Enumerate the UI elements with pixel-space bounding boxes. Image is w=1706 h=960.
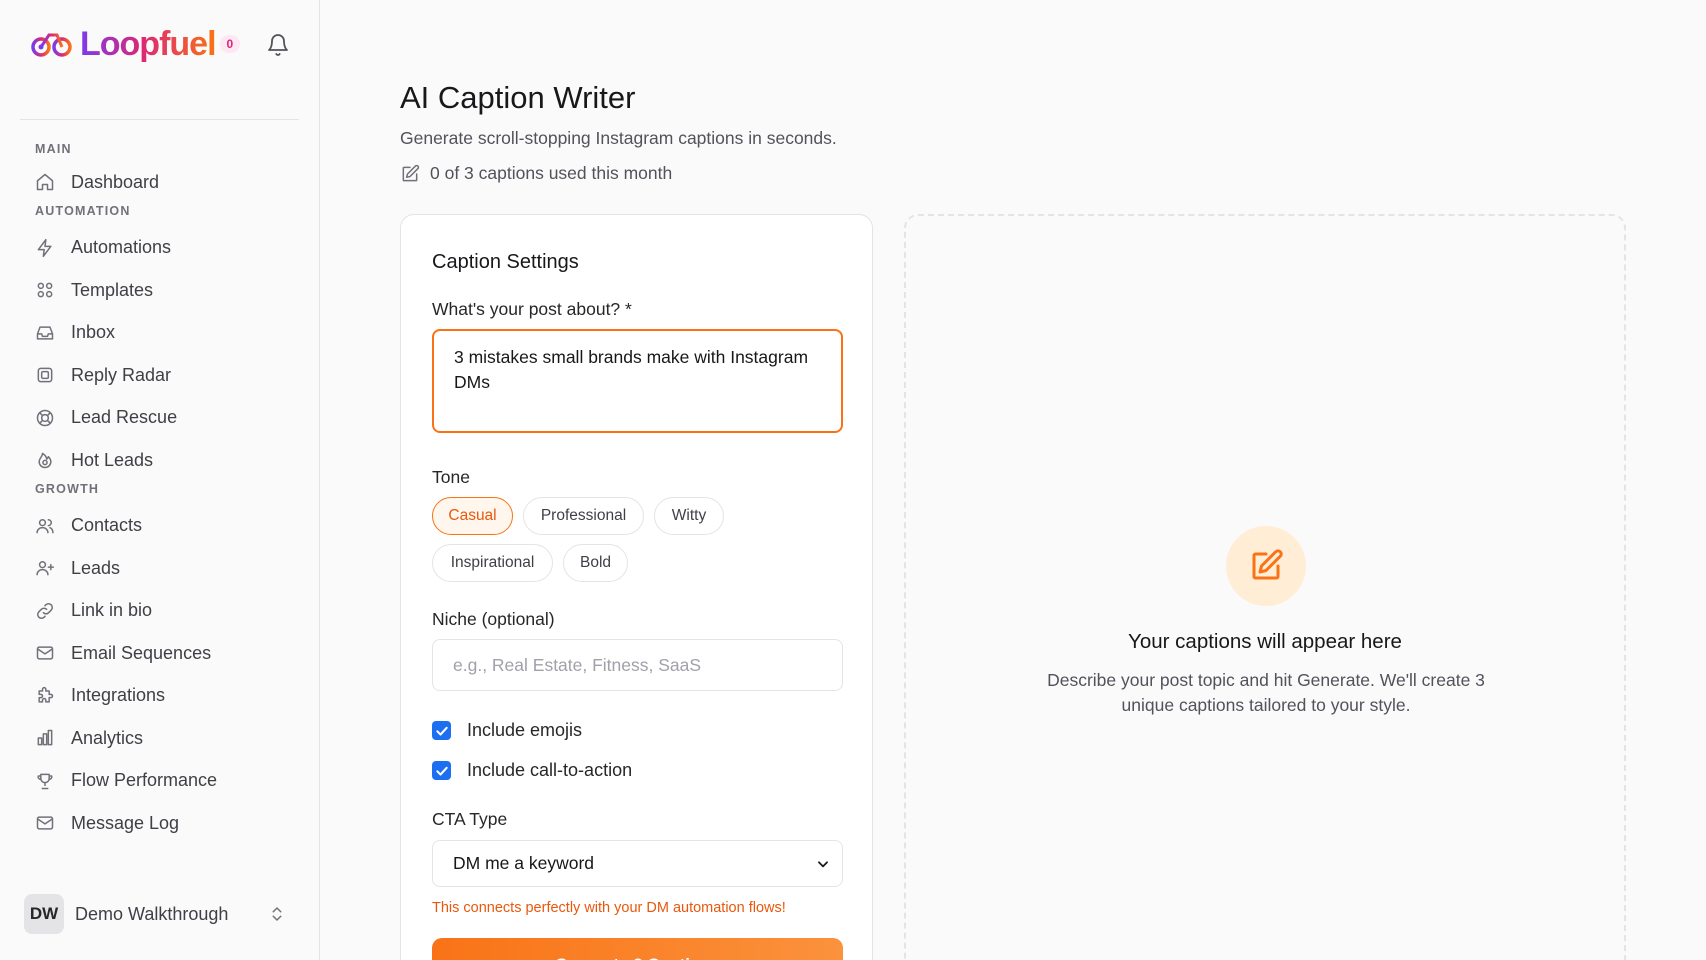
sidebar-item-analytics[interactable]: Analytics (20, 717, 300, 760)
usage-text: 0 of 3 captions used this month (430, 163, 673, 183)
empty-state-icon-circle (1226, 526, 1306, 606)
sidebar-item-message-log[interactable]: Message Log (20, 802, 300, 845)
user-name: Demo Walkthrough (75, 903, 229, 924)
sidebar-item-lead-rescue[interactable]: Lead Rescue (20, 397, 300, 440)
include-emojis-label: Include emojis (467, 720, 583, 740)
bar-chart-icon (37, 730, 53, 746)
sidebar-nav: MAIN Dashboard AUTOMATION Automations Te… (20, 124, 300, 852)
tone-chip-inspirational[interactable]: Inspirational (432, 544, 553, 582)
check-icon (435, 766, 448, 776)
bell-icon[interactable] (266, 33, 290, 57)
sidebar-item-contacts[interactable]: Contacts (20, 505, 300, 548)
pencil-square-icon (402, 164, 420, 181)
page-title: AI Caption Writer (400, 80, 636, 115)
brand-name: Loopfuel (80, 24, 217, 63)
sidebar-item-flow-performance[interactable]: Flow Performance (20, 760, 300, 803)
sidebar-divider (20, 119, 299, 120)
captions-output-panel: Your captions will appear here Describe … (904, 214, 1626, 960)
niche-input[interactable] (432, 639, 843, 691)
topic-label: What's your post about? * (432, 299, 632, 319)
tone-chip-professional[interactable]: Professional (523, 497, 644, 535)
sidebar-item-label: Hot Leads (71, 449, 154, 470)
sidebar: Loopfuel 0 MAIN Dashboard AUTOMATION Aut… (0, 0, 320, 960)
lightning-icon (37, 238, 52, 257)
usage-counter: 0 of 3 captions used this month (400, 163, 672, 184)
nav-section-main: MAIN (35, 142, 72, 156)
sidebar-item-automations[interactable]: Automations (20, 227, 300, 270)
tone-chip-bold[interactable]: Bold (563, 544, 628, 582)
sidebar-item-integrations[interactable]: Integrations (20, 675, 300, 718)
pencil-square-icon (1252, 549, 1283, 580)
users-icon (36, 518, 54, 534)
sidebar-item-link-in-bio[interactable]: Link in bio (20, 590, 300, 633)
sidebar-item-label: Inbox (71, 322, 116, 343)
topic-textarea[interactable] (432, 329, 843, 433)
mail-icon (36, 816, 54, 830)
generate-button[interactable]: Generate 3 Captions (432, 938, 843, 960)
puzzle-icon (38, 686, 54, 703)
sidebar-item-label: Leads (71, 557, 121, 578)
cta-hint: This connects perfectly with your DM aut… (432, 900, 786, 916)
flame-icon (38, 452, 52, 469)
nav-section-automation: AUTOMATION (35, 203, 131, 218)
niche-label: Niche (optional) (432, 609, 555, 629)
include-cta-row[interactable]: Include call-to-action (432, 760, 632, 781)
sidebar-item-inbox[interactable]: Inbox (20, 312, 300, 355)
link-icon (36, 602, 54, 619)
chevron-down-icon (818, 860, 828, 867)
sidebar-item-label: Analytics (71, 727, 144, 748)
sidebar-item-dashboard[interactable]: Dashboard (20, 161, 300, 204)
sidebar-item-leads[interactable]: Leads (20, 547, 300, 590)
check-icon (435, 726, 448, 736)
sidebar-item-label: Link in bio (71, 600, 153, 621)
sidebar-item-label: Lead Rescue (71, 407, 178, 428)
empty-state-description: Describe your post topic and hit Generat… (1047, 670, 1485, 715)
mail-icon (36, 646, 54, 660)
sidebar-item-label: Contacts (71, 515, 143, 536)
user-menu[interactable]: DW Demo Walkthrough (24, 894, 294, 934)
include-emojis-checkbox[interactable] (432, 721, 451, 740)
nav-section-growth: GROWTH (35, 481, 100, 496)
sidebar-item-email-sequences[interactable]: Email Sequences (20, 632, 300, 675)
sidebar-item-label: Dashboard (71, 171, 160, 192)
inbox-icon (36, 326, 54, 340)
tone-chip-witty[interactable]: Witty (654, 497, 724, 535)
brand-logo[interactable]: Loopfuel 0 (30, 24, 241, 64)
loopfuel-logo-icon (31, 33, 72, 57)
cta-type-label: CTA Type (432, 809, 508, 829)
tone-chip-casual[interactable]: Casual (432, 497, 513, 535)
sidebar-item-label: Email Sequences (71, 642, 212, 663)
empty-state-title: Your captions will appear here (1128, 630, 1402, 653)
include-cta-checkbox[interactable] (432, 761, 451, 780)
card-title: Caption Settings (432, 251, 579, 273)
user-plus-icon (36, 561, 55, 576)
sidebar-item-templates[interactable]: Templates (20, 269, 300, 312)
avatar: DW (24, 894, 64, 934)
include-emojis-row[interactable]: Include emojis (432, 720, 582, 741)
sidebar-item-label: Message Log (71, 812, 180, 833)
grid-icon (37, 282, 53, 298)
caption-settings-card: Caption Settings What's your post about?… (400, 214, 873, 960)
cta-type-value: DM me a keyword (453, 853, 595, 873)
radar-icon (37, 367, 53, 383)
tone-label: Tone (432, 467, 470, 487)
sidebar-item-label: Reply Radar (71, 364, 172, 385)
cta-type-select[interactable]: DM me a keyword (432, 840, 843, 887)
sidebar-item-label: Automations (71, 237, 172, 258)
sidebar-item-label: Templates (71, 279, 154, 300)
sidebar-item-label: Flow Performance (71, 770, 218, 791)
lifebuoy-icon (36, 409, 54, 426)
chevrons-up-down-icon (272, 907, 282, 921)
sidebar-item-label: Integrations (71, 685, 166, 706)
brand-badge: 0 (219, 35, 241, 53)
include-cta-label: Include call-to-action (467, 760, 633, 780)
page-subtitle: Generate scroll-stopping Instagram capti… (400, 128, 837, 148)
sidebar-item-reply-radar[interactable]: Reply Radar (20, 354, 300, 397)
trophy-icon (37, 773, 53, 789)
home-icon (36, 174, 54, 191)
sidebar-item-hot-leads[interactable]: Hot Leads (20, 439, 300, 482)
